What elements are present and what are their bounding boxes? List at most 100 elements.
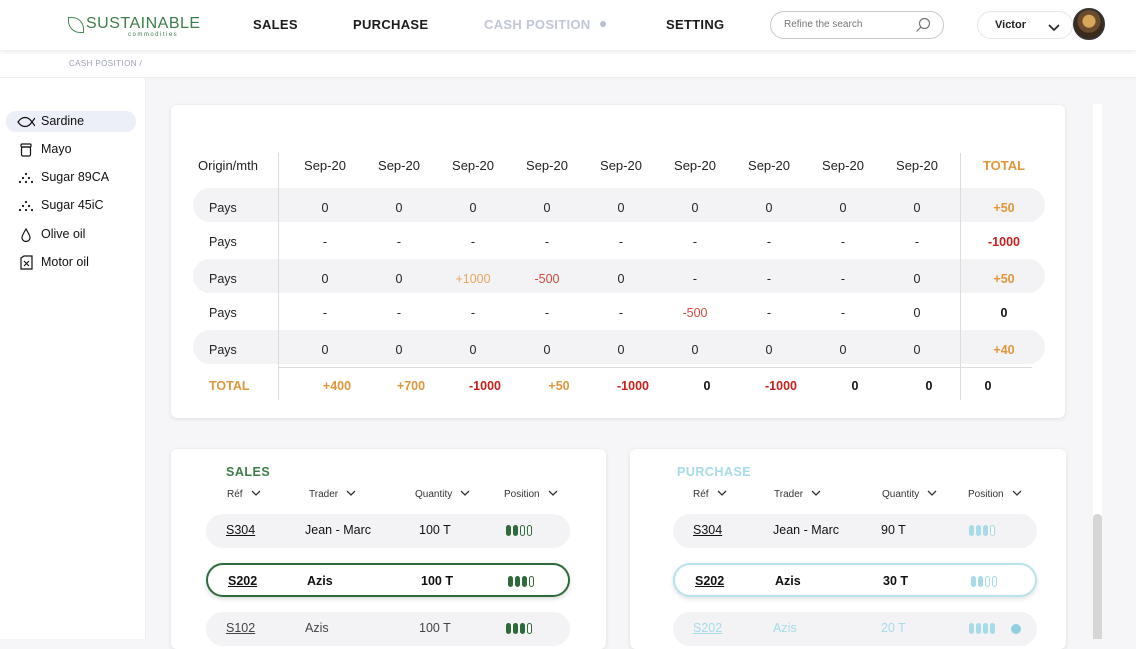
position-bar bbox=[520, 525, 525, 536]
table-cell: 0 bbox=[691, 201, 699, 215]
row-origin-label: Pays bbox=[209, 306, 237, 320]
purchase-col-ref[interactable]: Réf bbox=[693, 489, 727, 500]
table-cell: 0 bbox=[469, 343, 477, 357]
month-column-header[interactable]: Sep-20 bbox=[887, 158, 947, 173]
purchase-col-trader[interactable]: Trader bbox=[774, 489, 821, 500]
sidebar-item-label: Sugar 89CA bbox=[41, 170, 110, 184]
nav-purchase[interactable]: PURCHASE bbox=[353, 17, 428, 32]
month-column-header[interactable]: Sep-20 bbox=[739, 158, 799, 173]
purchase-col-position[interactable]: Position bbox=[968, 489, 1022, 500]
row-total-cell: +40 bbox=[993, 343, 1015, 357]
avatar[interactable] bbox=[1073, 8, 1105, 40]
purchase-row[interactable]: S304 Jean - Marc 90 T bbox=[673, 514, 1037, 548]
user-menu[interactable]: Victor bbox=[977, 11, 1073, 39]
table-cell: - bbox=[470, 235, 476, 249]
column-total-cell: +400 bbox=[322, 379, 352, 393]
row-total-cell: 0 bbox=[1000, 306, 1008, 320]
active-indicator-dot bbox=[600, 21, 606, 27]
month-column-header[interactable]: Sep-20 bbox=[443, 158, 503, 173]
ref-link[interactable]: S304 bbox=[693, 523, 722, 537]
table-cell: 0 bbox=[321, 201, 329, 215]
breadcrumb[interactable]: CASH POSITION / bbox=[69, 59, 142, 68]
position-bar bbox=[976, 623, 981, 634]
position-bar bbox=[513, 525, 518, 536]
column-label: Quantity bbox=[882, 489, 920, 501]
sales-col-ref[interactable]: Réf bbox=[227, 489, 261, 500]
month-column-header[interactable]: Sep-20 bbox=[813, 158, 873, 173]
ref-link[interactable]: S102 bbox=[226, 621, 255, 635]
chevron-down-icon bbox=[811, 489, 821, 500]
main-scrollbar[interactable] bbox=[1093, 104, 1102, 639]
sidebar-item-sardine[interactable]: Sardine bbox=[6, 111, 136, 132]
column-label: Réf bbox=[693, 489, 709, 501]
column-label: Réf bbox=[227, 489, 243, 501]
sales-row[interactable]: S102 Azis 100 T bbox=[206, 612, 570, 646]
position-bar bbox=[992, 576, 997, 587]
search-input[interactable] bbox=[784, 19, 914, 30]
purchase-col-quantity[interactable]: Quantity bbox=[882, 489, 937, 500]
ref-link[interactable]: S202 bbox=[695, 574, 724, 588]
scrollbar-thumb[interactable] bbox=[1093, 514, 1102, 639]
check-circle-icon bbox=[1011, 624, 1021, 634]
position-indicator bbox=[506, 623, 532, 634]
canister-icon bbox=[17, 255, 35, 270]
position-indicator bbox=[969, 525, 995, 536]
month-column-header[interactable]: Sep-20 bbox=[665, 158, 725, 173]
table-cell: 0 bbox=[321, 272, 329, 286]
product-sidebar: Sardine Mayo Sugar 89CA Sugar 45iC Olive… bbox=[0, 78, 146, 639]
position-bar bbox=[990, 525, 995, 536]
chevron-down-icon bbox=[346, 489, 356, 500]
table-cell: 0 bbox=[913, 201, 921, 215]
position-bar bbox=[985, 576, 990, 587]
row-total-cell: +50 bbox=[993, 201, 1015, 215]
nav-cash-position[interactable]: CASH POSITION bbox=[484, 17, 590, 32]
table-cell: - bbox=[618, 235, 624, 249]
position-bar bbox=[520, 623, 525, 634]
search-icon[interactable] bbox=[915, 17, 931, 38]
ref-link[interactable]: S202 bbox=[693, 621, 722, 635]
sidebar-item-sugar-89ca[interactable]: Sugar 89CA bbox=[6, 167, 136, 188]
position-indicator bbox=[971, 576, 997, 587]
ref-link[interactable]: S304 bbox=[226, 523, 255, 537]
column-total-cell: +700 bbox=[396, 379, 426, 393]
table-cell: - bbox=[766, 235, 772, 249]
month-column-header[interactable]: Sep-20 bbox=[369, 158, 429, 173]
month-column-header[interactable]: Sep-20 bbox=[295, 158, 355, 173]
purchase-row[interactable]: S202 Azis 20 T bbox=[673, 612, 1037, 646]
table-cell: 0 bbox=[395, 201, 403, 215]
ref-link[interactable]: S202 bbox=[228, 574, 257, 588]
chevron-down-icon bbox=[717, 489, 727, 500]
sales-row[interactable]: S202 Azis 100 T bbox=[206, 563, 570, 597]
purchase-row[interactable]: S202 Azis 30 T bbox=[673, 563, 1037, 597]
month-column-header[interactable]: Sep-20 bbox=[591, 158, 651, 173]
top-navigation-bar: SUSTAINABLE commodities SALES PURCHASE C… bbox=[0, 0, 1136, 50]
nav-sales[interactable]: SALES bbox=[253, 17, 298, 32]
trader-name: Azis bbox=[773, 621, 797, 635]
quantity-value: 30 T bbox=[883, 574, 909, 588]
table-cell: - bbox=[396, 306, 402, 320]
table-cell: - bbox=[840, 235, 846, 249]
trader-name: Azis bbox=[305, 621, 329, 635]
table-cell: - bbox=[470, 306, 476, 320]
quantity-value: 90 T bbox=[881, 523, 906, 537]
sales-card: SALES Réf Trader Quantity Position S304 J… bbox=[171, 449, 606, 649]
sidebar-item-olive-oil[interactable]: Olive oil bbox=[6, 224, 136, 245]
column-total-cell: -1000 bbox=[469, 379, 501, 393]
nav-setting[interactable]: SETTING bbox=[666, 17, 724, 32]
position-bar bbox=[969, 623, 974, 634]
sales-col-trader[interactable]: Trader bbox=[309, 489, 356, 500]
sidebar-item-motor-oil[interactable]: Motor oil bbox=[6, 252, 136, 273]
totals-row-label: TOTAL bbox=[209, 379, 250, 393]
table-cell: - bbox=[840, 272, 846, 286]
sales-row[interactable]: S304 Jean - Marc 100 T bbox=[206, 514, 570, 548]
position-bar bbox=[990, 623, 995, 634]
month-column-header[interactable]: Sep-20 bbox=[517, 158, 577, 173]
table-total-divider bbox=[278, 367, 1032, 368]
position-indicator bbox=[508, 576, 534, 587]
sales-col-position[interactable]: Position bbox=[504, 489, 558, 500]
table-cell: - bbox=[840, 306, 846, 320]
sidebar-item-mayo[interactable]: Mayo bbox=[6, 139, 136, 160]
sidebar-item-sugar-45ic[interactable]: Sugar 45iC bbox=[6, 195, 136, 216]
quantity-value: 20 T bbox=[881, 621, 906, 635]
sales-col-quantity[interactable]: Quantity bbox=[415, 489, 470, 500]
